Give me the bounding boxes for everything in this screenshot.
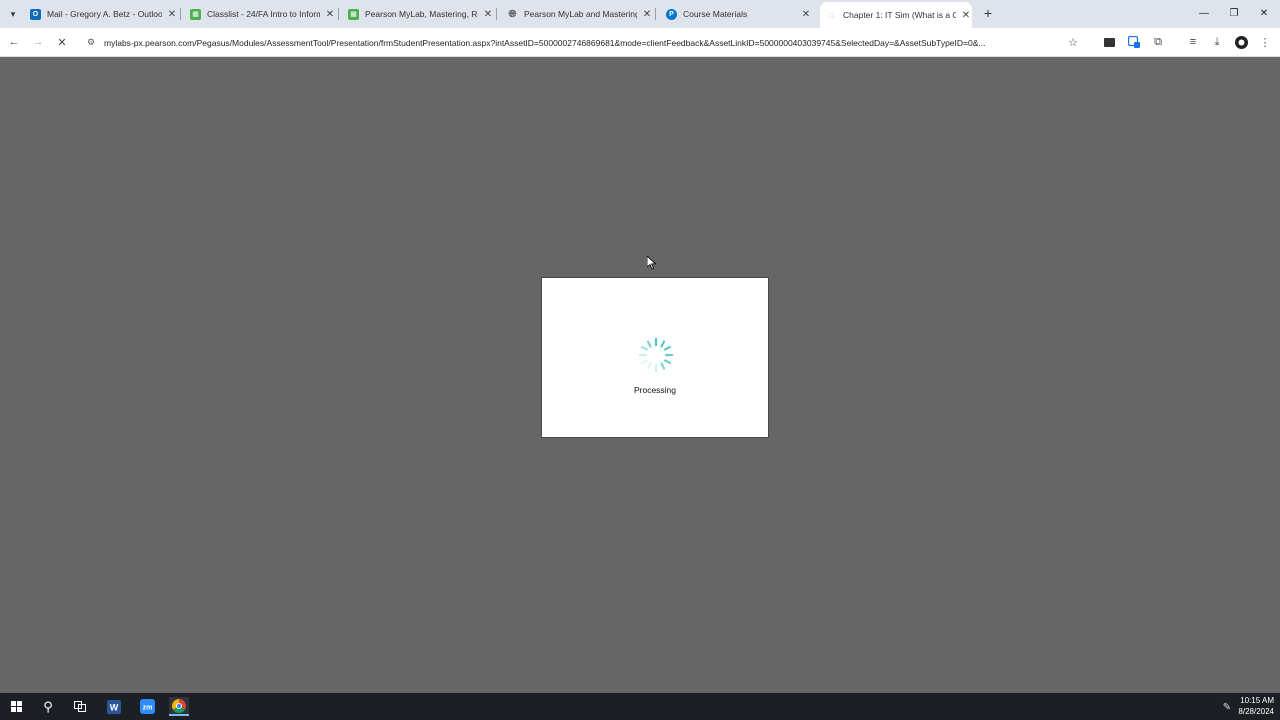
- tab-pearson-revel[interactable]: ▦ Pearson MyLab, Mastering, Revel ✕: [348, 2, 497, 26]
- chrome-icon[interactable]: [169, 697, 189, 716]
- tab-separator: [180, 8, 181, 20]
- mail-extension-icon[interactable]: [1101, 34, 1117, 50]
- loading-icon: ◌: [828, 10, 835, 20]
- mouse-cursor-icon: [647, 256, 657, 270]
- tab-pearson-mylab[interactable]: 🌐︎ Pearson MyLab and Mastering ✕: [507, 2, 656, 26]
- close-tab-icon[interactable]: ✕: [800, 8, 812, 20]
- zoom-app-icon[interactable]: zm: [137, 697, 157, 716]
- close-tab-icon[interactable]: ✕: [166, 8, 178, 20]
- tab-separator: [655, 8, 656, 20]
- tab-outlook[interactable]: O Mail - Gregory A. Betz - Outlook ✕: [30, 2, 181, 26]
- clock-time: 10:15 AM: [1240, 696, 1274, 705]
- svg-text:W: W: [110, 702, 119, 712]
- tab-separator: [338, 8, 339, 20]
- pearson-icon: P: [666, 8, 677, 20]
- loading-spinner-icon: [638, 337, 674, 373]
- tab-separator: [496, 8, 497, 20]
- tab-search-chevron-icon[interactable]: ▾: [4, 6, 22, 22]
- address-bar[interactable]: ⚙ mylabs-px.pearson.com/Pegasus/Modules/…: [80, 32, 1088, 53]
- outlook-icon: O: [30, 8, 41, 20]
- close-tab-icon[interactable]: ✕: [482, 8, 494, 20]
- profile-avatar-icon[interactable]: [1233, 34, 1249, 50]
- browser-menu-icon[interactable]: ⋮: [1257, 34, 1273, 50]
- url-text[interactable]: mylabs-px.pearson.com/Pegasus/Modules/As…: [104, 38, 1062, 48]
- close-window-icon[interactable]: ✕: [1254, 4, 1274, 22]
- tab-title: Mail - Gregory A. Betz - Outlook: [47, 9, 162, 19]
- search-icon[interactable]: ⚲: [38, 697, 58, 716]
- restore-icon[interactable]: ❐: [1224, 4, 1244, 22]
- clock-date: 8/28/2024: [1238, 707, 1274, 716]
- system-clock[interactable]: 10:15 AM 8/28/2024: [1238, 695, 1274, 717]
- new-tab-button[interactable]: +: [980, 5, 996, 21]
- minimize-icon[interactable]: —: [1194, 4, 1214, 22]
- tab-title: Pearson MyLab, Mastering, Revel: [365, 9, 478, 19]
- close-tab-icon[interactable]: ✕: [324, 8, 336, 20]
- tab-title: Course Materials: [683, 9, 748, 19]
- forward-icon[interactable]: →: [30, 34, 46, 50]
- windows-taskbar: ⚲ W zm ✎ 10:15 AM 8/28/2024: [0, 693, 1280, 720]
- zoom-extension-icon[interactable]: [1126, 34, 1142, 50]
- extensions-puzzle-icon[interactable]: ⧉: [1150, 34, 1166, 50]
- d2l-icon: ▦: [190, 8, 201, 20]
- tab-course-materials[interactable]: P Course Materials ✕: [666, 2, 812, 26]
- tab-title: Classlist - 24/FA Intro to Inform: [207, 9, 320, 19]
- tab-title: Chapter 1: IT Sim (What is a Co: [843, 10, 956, 20]
- stop-loading-icon[interactable]: ✕: [54, 34, 70, 50]
- processing-dialog: Processing: [541, 277, 769, 438]
- windows-start-icon[interactable]: [6, 697, 26, 716]
- word-icon[interactable]: W: [104, 697, 124, 716]
- svg-text:zm: zm: [142, 705, 152, 712]
- bookmark-star-icon[interactable]: ☆: [1066, 36, 1080, 50]
- close-tab-icon[interactable]: ✕: [641, 8, 653, 20]
- download-icon[interactable]: ⤓: [1209, 34, 1225, 50]
- reading-list-icon[interactable]: ≡: [1185, 34, 1201, 50]
- pen-tray-icon[interactable]: ✎: [1220, 700, 1234, 714]
- tab-strip: ▾ O Mail - Gregory A. Betz - Outlook ✕ ▦…: [0, 0, 1280, 28]
- d2l-icon: ▦: [348, 8, 359, 20]
- site-info-icon[interactable]: ⚙: [84, 36, 98, 50]
- tab-classlist[interactable]: ▦ Classlist - 24/FA Intro to Inform ✕: [190, 2, 339, 26]
- tab-chapter-1-it-sim[interactable]: ◌ Chapter 1: IT Sim (What is a Co ✕: [820, 2, 972, 28]
- task-view-icon[interactable]: [70, 697, 90, 716]
- browser-toolbar: ← → ✕ ⚙ mylabs-px.pearson.com/Pegasus/Mo…: [0, 28, 1280, 57]
- close-tab-icon[interactable]: ✕: [960, 9, 972, 21]
- processing-label: Processing: [633, 385, 677, 395]
- globe-icon: 🌐︎: [508, 8, 517, 20]
- tab-title: Pearson MyLab and Mastering: [524, 9, 637, 19]
- back-icon[interactable]: ←: [6, 34, 22, 50]
- page-content: Processing: [0, 58, 1280, 693]
